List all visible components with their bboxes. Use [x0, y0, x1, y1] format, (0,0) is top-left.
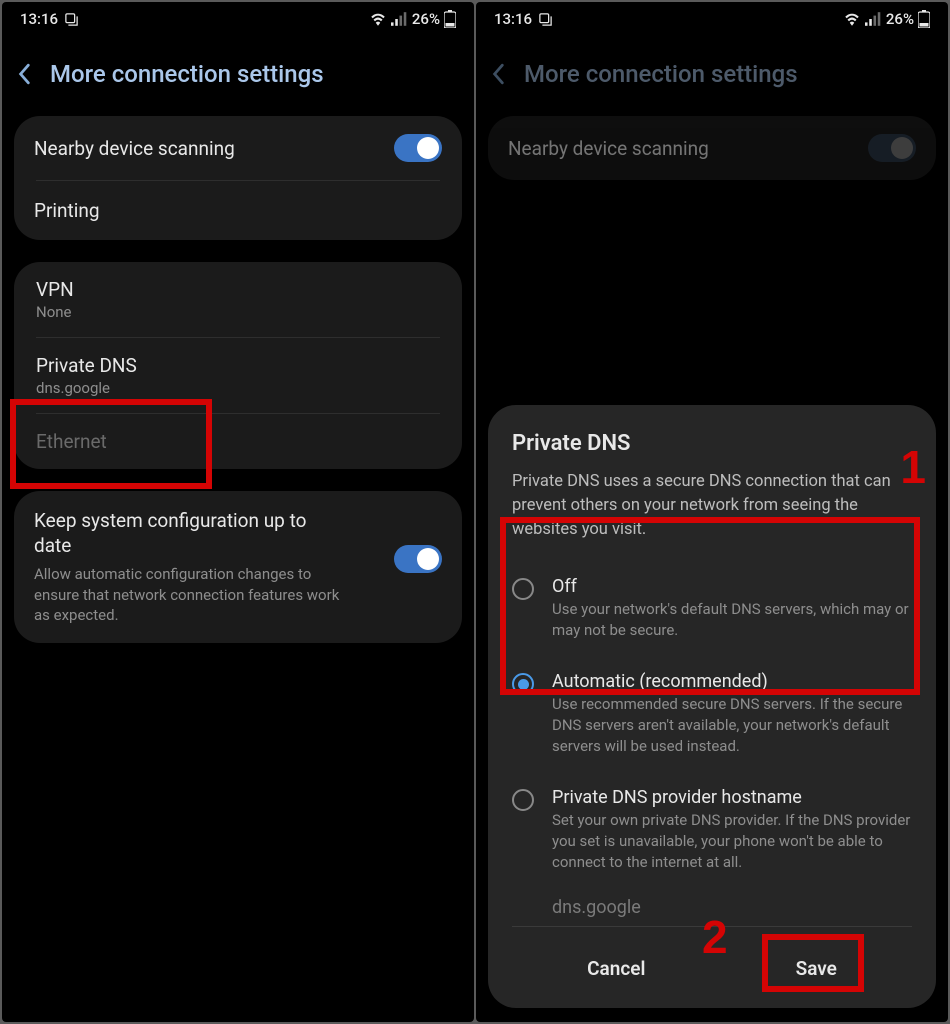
nearby-label: Nearby device scanning — [34, 137, 235, 160]
radio-auto-desc: Use recommended secure DNS servers. If t… — [552, 694, 912, 757]
screenshot-icon — [64, 12, 79, 27]
radio-host-desc: Set your own private DNS provider. If th… — [552, 810, 912, 873]
private-dns-sub: dns.google — [36, 379, 440, 397]
radio-auto-button[interactable] — [512, 673, 534, 695]
dialog-desc: Private DNS uses a secure DNS connection… — [512, 470, 912, 542]
battery-icon — [918, 10, 930, 28]
wifi-icon — [843, 12, 861, 26]
keep-row[interactable]: Keep system configuration up to date All… — [14, 491, 462, 643]
printing-label: Printing — [34, 199, 100, 222]
radio-automatic[interactable]: Automatic (recommended) Use recommended … — [512, 659, 912, 775]
radio-off-desc: Use your network's default DNS servers, … — [552, 599, 912, 641]
ethernet-label: Ethernet — [36, 430, 440, 453]
vpn-title: VPN — [36, 278, 440, 301]
nearby-toggle-dim — [868, 134, 916, 162]
wifi-icon — [369, 12, 387, 26]
radio-off[interactable]: Off Use your network's default DNS serve… — [512, 564, 912, 659]
card-top: Nearby device scanning Printing — [14, 116, 462, 240]
private-dns-title: Private DNS — [36, 354, 440, 377]
vpn-row[interactable]: VPN None — [14, 262, 462, 337]
screenshot-icon — [538, 12, 553, 27]
battery-percent: 26% — [412, 10, 440, 28]
back-icon[interactable] — [18, 63, 32, 85]
dns-hostname-input[interactable]: dns.google — [512, 891, 912, 927]
status-time: 13:16 — [494, 10, 532, 28]
battery-percent: 26% — [886, 10, 914, 28]
keep-toggle[interactable] — [394, 545, 442, 573]
dialog-title: Private DNS — [512, 431, 912, 456]
card-mid: VPN None Private DNS dns.google Ethernet — [14, 262, 462, 469]
keep-title: Keep system configuration up to date — [34, 509, 344, 558]
nearby-row[interactable]: Nearby device scanning — [14, 116, 462, 180]
page-header: More connection settings — [2, 36, 474, 116]
save-button[interactable]: Save — [770, 947, 863, 990]
radio-host-button[interactable] — [512, 789, 534, 811]
left-screenshot: 13:16 26% More connection settings Nearb… — [2, 2, 474, 1022]
status-bar: 13:16 26% — [476, 2, 948, 36]
back-icon — [492, 63, 506, 85]
battery-icon — [444, 10, 456, 28]
right-screenshot: 13:16 26% More connection settings Nearb… — [476, 2, 948, 1022]
keep-desc: Allow automatic configuration changes to… — [34, 564, 344, 625]
status-time: 13:16 — [20, 10, 58, 28]
printing-row[interactable]: Printing — [14, 181, 462, 240]
radio-hostname[interactable]: Private DNS provider hostname Set your o… — [512, 775, 912, 891]
page-title: More connection settings — [50, 60, 324, 88]
private-dns-dialog: Private DNS Private DNS uses a secure DN… — [488, 405, 936, 1008]
card-keep: Keep system configuration up to date All… — [14, 491, 462, 643]
page-header-dim: More connection settings — [476, 36, 948, 116]
nearby-row-dim: Nearby device scanning — [488, 116, 936, 180]
cancel-button[interactable]: Cancel — [561, 947, 671, 990]
vpn-sub: None — [36, 303, 440, 321]
ethernet-row: Ethernet — [14, 414, 462, 469]
private-dns-row[interactable]: Private DNS dns.google — [14, 338, 462, 413]
card-dim: Nearby device scanning — [488, 116, 936, 180]
nearby-label: Nearby device scanning — [508, 137, 709, 160]
radio-auto-title: Automatic (recommended) — [552, 671, 912, 692]
nearby-toggle[interactable] — [394, 134, 442, 162]
radio-host-title: Private DNS provider hostname — [552, 787, 912, 808]
radio-off-button[interactable] — [512, 578, 534, 600]
radio-off-title: Off — [552, 576, 912, 597]
signal-icon — [865, 12, 882, 26]
status-bar: 13:16 26% — [2, 2, 474, 36]
signal-icon — [391, 12, 408, 26]
page-title: More connection settings — [524, 60, 798, 88]
